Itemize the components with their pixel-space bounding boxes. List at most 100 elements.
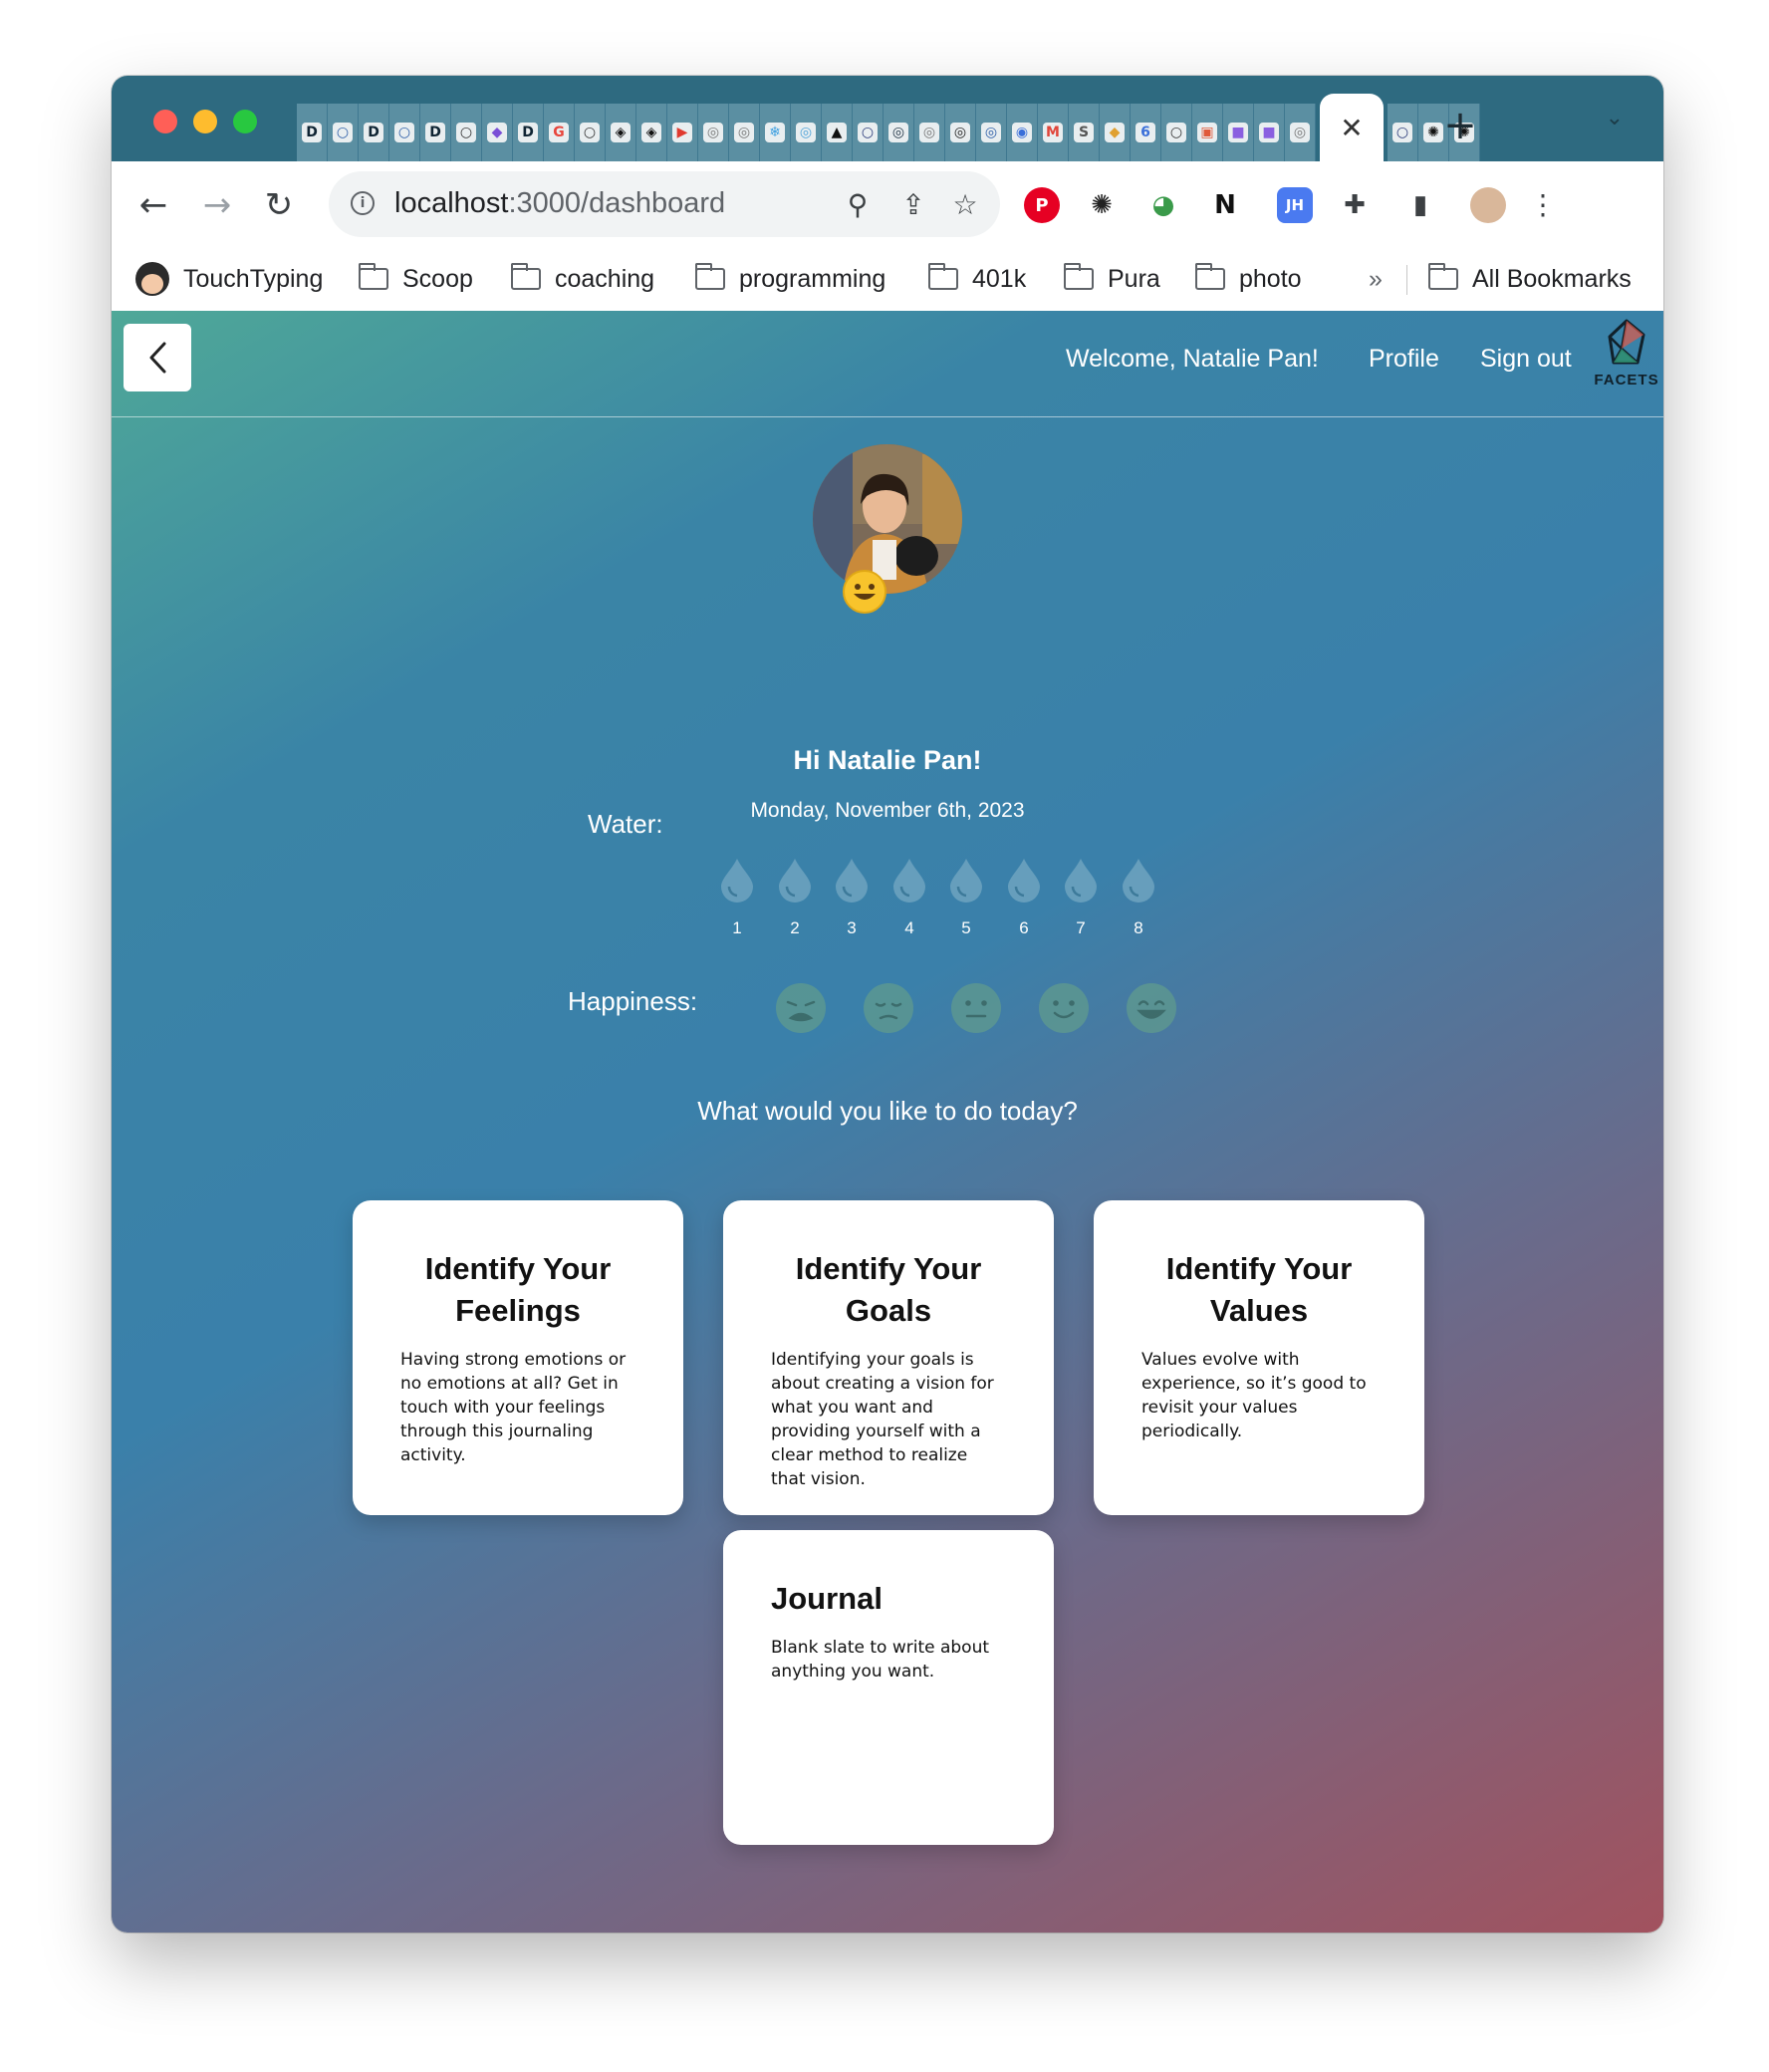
browser-tab[interactable]: ◎ [698,104,729,161]
browser-tab[interactable]: ◈ [606,104,636,161]
address-bar[interactable]: i localhost:3000/dashboard ⚲ ⇪ ☆ [329,171,1000,237]
browser-menu-icon[interactable]: ⋮ [1526,187,1560,221]
browser-tab[interactable]: ▲ [822,104,853,161]
browser-tab[interactable]: ◎ [945,104,976,161]
water-drop-icon[interactable] [1061,857,1101,903]
browser-tab[interactable]: ○ [1161,104,1192,161]
water-drop-icon[interactable] [889,857,929,903]
browser-tab[interactable]: ○ [1388,104,1418,161]
tab-favicon-icon: ◎ [703,123,723,142]
browser-tab[interactable]: ◎ [1285,104,1316,161]
back-nav-button[interactable] [124,324,191,391]
grin-face-icon[interactable] [1126,982,1177,1034]
card-identify-goals[interactable]: Identify Your Goals Identifying your goa… [723,1200,1054,1515]
browser-tab[interactable]: ▶ [667,104,698,161]
neutral-face-icon[interactable] [950,982,1002,1034]
browser-tab[interactable]: ▣ [1192,104,1223,161]
sign-out-link[interactable]: Sign out [1480,345,1572,374]
jh-extension-icon[interactable]: JH [1277,187,1313,223]
close-tab-icon[interactable]: ✕ [1340,112,1363,144]
bookmark-folder-photo[interactable]: photo [1195,261,1302,297]
browser-tab[interactable]: ◎ [791,104,822,161]
slight-smile-face-icon[interactable] [1038,982,1090,1034]
tab-favicon-icon: ◉ [1012,123,1032,142]
browser-tab[interactable]: D [420,104,451,161]
browser-tab[interactable]: D [359,104,389,161]
bookmark-label: TouchTyping [183,264,324,293]
address-url[interactable]: localhost:3000/dashboard [394,187,725,220]
browser-tab[interactable]: D [513,104,544,161]
card-journal[interactable]: Journal Blank slate to write about anyth… [723,1530,1054,1845]
close-window-button[interactable] [153,110,177,133]
bookmark-folder-pura[interactable]: Pura [1064,261,1160,297]
browser-tab[interactable]: ◈ [636,104,667,161]
header-divider [112,416,1663,417]
puzzle-extension-icon[interactable]: ✚ [1337,187,1373,223]
card-identify-values[interactable]: Identify Your Values Values evolve with … [1094,1200,1424,1515]
bookmark-folder-scoop[interactable]: Scoop [359,261,473,297]
weary-face-icon[interactable] [775,982,827,1034]
active-tab[interactable]: ✕ [1320,94,1384,161]
browser-tab[interactable]: ○ [853,104,884,161]
bookmarks-overflow-button[interactable]: » [1369,261,1383,297]
browser-tab[interactable]: ■ [1254,104,1285,161]
zoom-window-button[interactable] [233,110,257,133]
browser-tab[interactable]: ■ [1223,104,1254,161]
profile-link[interactable]: Profile [1369,345,1439,374]
tab-favicon-icon: ◎ [1290,123,1310,142]
bookmark-touchtyping[interactable]: TouchTyping [135,261,323,297]
browser-tab[interactable]: ○ [575,104,606,161]
facets-logo-text: FACETS [1594,372,1659,388]
browser-tab[interactable]: ◎ [729,104,760,161]
reload-button[interactable]: ↻ [257,183,301,227]
pinterest-extension-icon[interactable]: P [1024,187,1060,223]
pensive-face-icon[interactable] [863,982,914,1034]
water-drop-icon[interactable] [832,857,872,903]
minimize-window-button[interactable] [193,110,217,133]
water-drop-icon[interactable] [1004,857,1044,903]
browser-tab[interactable]: D [297,104,328,161]
browser-tab[interactable]: ○ [451,104,482,161]
browser-tab[interactable]: ○ [389,104,420,161]
profile-avatar[interactable] [1470,187,1506,223]
browser-tab[interactable]: ◉ [1007,104,1038,161]
browser-tab[interactable]: ○ [328,104,359,161]
back-button[interactable]: ← [131,183,175,227]
browser-tab[interactable]: ◎ [914,104,945,161]
tab-search-chevron-icon[interactable]: ⌄ [1606,106,1624,130]
bookmark-star-icon[interactable]: ☆ [948,187,982,221]
water-drop-icon[interactable] [775,857,815,903]
bookmark-folder-coaching[interactable]: coaching [511,261,654,297]
browser-tab[interactable]: ◎ [976,104,1007,161]
browser-tab[interactable]: ◆ [1100,104,1131,161]
new-tab-button[interactable]: + [1434,100,1486,151]
browser-tab[interactable]: M [1038,104,1069,161]
share-icon[interactable]: ⇪ [896,187,930,221]
browser-tab[interactable]: 6 [1131,104,1161,161]
facets-logo[interactable]: FACETS [1592,319,1661,398]
browser-tab[interactable]: ◆ [482,104,513,161]
tab-strip: D ○ D ○ D ○ ◆ D G ○ ◈ ◈ ▶ ◎ ◎ ❄ ◎ ▲ ○ ◎ ◎ ◎ ◎ ◉ M S ◆ 6 ○ ▣ ■ ■ ◎ ✕ ○ ✺ ✺ + … [112,76,1663,161]
forward-button[interactable]: → [195,183,239,227]
water-drop-icon[interactable] [717,857,757,903]
sidepanel-icon[interactable]: ▮ [1402,187,1438,223]
bookmark-label: Pura [1108,264,1160,293]
zoom-icon[interactable]: ⚲ [841,187,875,221]
notion-extension-icon[interactable]: N [1207,187,1243,223]
browser-tab[interactable]: ❄ [760,104,791,161]
water-drop-icon[interactable] [1119,857,1158,903]
water-drop-icon[interactable] [946,857,986,903]
site-info-icon[interactable]: i [351,191,375,215]
tab-favicon-icon: ◈ [611,123,631,142]
tab-favicon-icon: ○ [858,123,878,142]
loading-extension-icon[interactable]: ✺ [1084,187,1120,223]
browser-tab[interactable]: G [544,104,575,161]
bookmark-folder-401k[interactable]: 401k [928,261,1026,297]
all-bookmarks-button[interactable]: All Bookmarks [1428,261,1632,297]
bookmark-folder-programming[interactable]: programming [695,261,885,297]
browser-tab[interactable]: ◎ [884,104,914,161]
user-avatar[interactable] [813,444,962,594]
card-identify-feelings[interactable]: Identify Your Feelings Having strong emo… [353,1200,683,1515]
browser-tab[interactable]: S [1069,104,1100,161]
green-extension-icon[interactable]: ◕ [1145,187,1181,223]
